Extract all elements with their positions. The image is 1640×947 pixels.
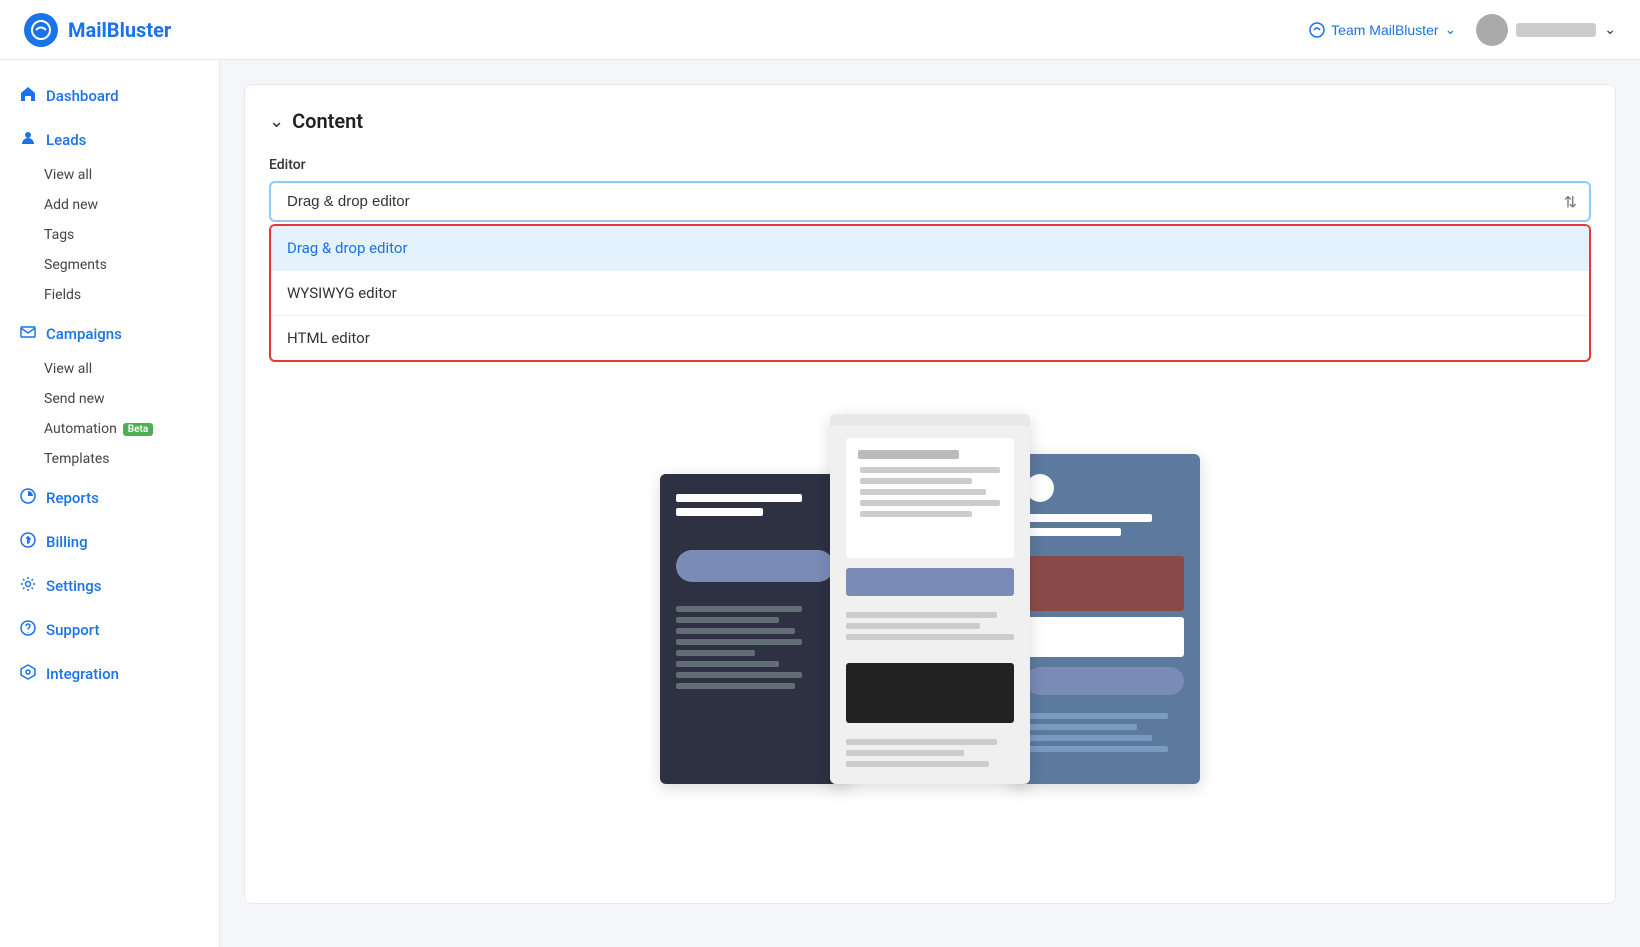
sidebar-campaigns-sendnew[interactable]: Send new: [0, 384, 219, 414]
illustration-area: [269, 394, 1591, 804]
sidebar-reports-label: Reports: [46, 489, 99, 507]
editor-select[interactable]: Drag & drop editor WYSIWYG editor HTML e…: [269, 181, 1591, 222]
email-icon: [20, 324, 36, 344]
template-card-blue: [1010, 454, 1200, 784]
sidebar-section-support: Support: [0, 610, 219, 650]
user-chevron-icon: ⌄: [1604, 22, 1616, 38]
sidebar-integration-label: Integration: [46, 665, 119, 683]
person-icon: [20, 130, 36, 150]
section-header: ⌄ Content: [269, 109, 1591, 133]
team-button[interactable]: Team MailBluster ⌄: [1309, 21, 1456, 38]
editor-select-wrapper: Drag & drop editor WYSIWYG editor HTML e…: [269, 181, 1591, 222]
sidebar-dashboard-label: Dashboard: [46, 87, 119, 105]
sidebar-item-dashboard[interactable]: Dashboard: [0, 76, 219, 116]
sidebar-campaigns-viewall[interactable]: View all: [0, 354, 219, 384]
sidebar-item-billing[interactable]: Billing: [0, 522, 219, 562]
support-icon: [20, 620, 36, 640]
template-card-dark: [660, 474, 850, 784]
avatar: [1476, 14, 1508, 46]
template-card-light: [830, 414, 1030, 784]
sidebar-item-leads[interactable]: Leads: [0, 120, 219, 160]
collapse-arrow-icon[interactable]: ⌄: [269, 111, 284, 132]
team-chevron-icon: ⌄: [1445, 21, 1457, 38]
sidebar-section-dashboard: Dashboard: [0, 76, 219, 116]
sidebar-item-support[interactable]: Support: [0, 610, 219, 650]
logo-area: MailBluster: [24, 13, 171, 47]
chart-icon: [20, 488, 36, 508]
sidebar-section-integration: Integration: [0, 654, 219, 694]
sidebar-item-integration[interactable]: Integration: [0, 654, 219, 694]
sidebar-leads-tags[interactable]: Tags: [0, 220, 219, 250]
sidebar-support-label: Support: [46, 621, 99, 639]
layout: Dashboard Leads View all Add new Tags Se…: [0, 60, 1640, 947]
team-name: Team MailBluster: [1331, 22, 1438, 38]
dropdown-option-html[interactable]: HTML editor: [271, 316, 1589, 360]
dropdown-option-wysiwyg[interactable]: WYSIWYG editor: [271, 271, 1589, 315]
sidebar-leads-viewall[interactable]: View all: [0, 160, 219, 190]
home-icon: [20, 86, 36, 106]
sidebar-section-campaigns: Campaigns View all Send new Automation B…: [0, 314, 219, 474]
editor-dropdown: Drag & drop editor WYSIWYG editor HTML e…: [269, 224, 1591, 362]
sidebar-section-leads: Leads View all Add new Tags Segments Fie…: [0, 120, 219, 310]
nav-right: Team MailBluster ⌄ ⌄: [1309, 14, 1616, 46]
sidebar-campaigns-label: Campaigns: [46, 325, 122, 343]
logo-text: MailBluster: [68, 18, 171, 42]
sidebar-campaigns-templates[interactable]: Templates: [0, 444, 219, 474]
main-content: ⌄ Content Editor Drag & drop editor WYSI…: [220, 60, 1640, 947]
sidebar-billing-label: Billing: [46, 533, 88, 551]
sidebar-item-campaigns[interactable]: Campaigns: [0, 314, 219, 354]
sidebar-section-reports: Reports: [0, 478, 219, 518]
logo-icon: [24, 13, 58, 47]
sidebar-leads-label: Leads: [46, 131, 86, 149]
sidebar-campaigns-automation[interactable]: Automation Beta: [0, 414, 219, 444]
sidebar: Dashboard Leads View all Add new Tags Se…: [0, 60, 220, 947]
billing-icon: [20, 532, 36, 552]
user-area[interactable]: ⌄: [1476, 14, 1616, 46]
integration-icon: [20, 664, 36, 684]
sidebar-section-billing: Billing: [0, 522, 219, 562]
email-templates-illustration: [630, 414, 1230, 784]
sidebar-item-settings[interactable]: Settings: [0, 566, 219, 606]
team-icon: [1309, 22, 1325, 38]
sidebar-section-settings: Settings: [0, 566, 219, 606]
user-name-blurred: [1516, 23, 1596, 37]
dropdown-option-drag-drop[interactable]: Drag & drop editor: [271, 226, 1589, 270]
sidebar-settings-label: Settings: [46, 577, 102, 595]
beta-badge: Beta: [123, 423, 153, 436]
editor-label: Editor: [269, 157, 1591, 173]
sidebar-item-reports[interactable]: Reports: [0, 478, 219, 518]
content-card: ⌄ Content Editor Drag & drop editor WYSI…: [244, 84, 1616, 904]
settings-icon: [20, 576, 36, 596]
section-title: Content: [292, 109, 363, 133]
topnav: MailBluster Team MailBluster ⌄ ⌄: [0, 0, 1640, 60]
sidebar-leads-segments[interactable]: Segments: [0, 250, 219, 280]
sidebar-leads-fields[interactable]: Fields: [0, 280, 219, 310]
sidebar-leads-addnew[interactable]: Add new: [0, 190, 219, 220]
